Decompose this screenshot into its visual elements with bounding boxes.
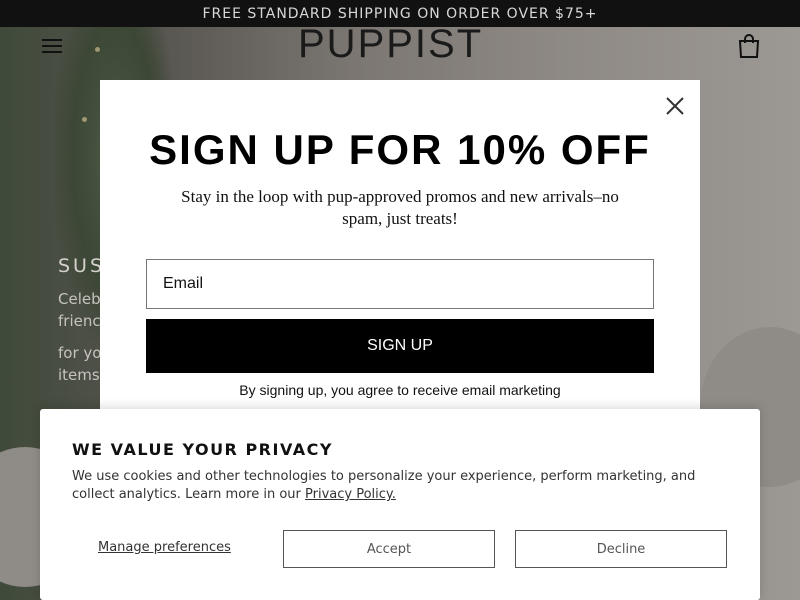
consent-text: By signing up, you agree to receive emai…	[239, 382, 561, 398]
hero-paragraph: Celeb frienc	[58, 290, 101, 330]
close-icon	[666, 97, 684, 115]
hero-heading: SUS	[58, 255, 106, 277]
shopping-bag-icon	[738, 34, 760, 58]
accept-button[interactable]: Accept	[283, 530, 495, 568]
decline-button[interactable]: Decline	[515, 530, 727, 568]
privacy-title: WE VALUE YOUR PRIVACY	[72, 440, 333, 459]
menu-button[interactable]	[42, 39, 62, 53]
hamburger-icon	[42, 39, 62, 41]
email-input[interactable]	[146, 259, 654, 309]
manage-preferences-link[interactable]: Manage preferences	[98, 540, 231, 555]
cart-button[interactable]	[738, 34, 760, 62]
signup-button[interactable]: SIGN UP	[146, 319, 654, 373]
privacy-body: We use cookies and other technologies to…	[72, 468, 732, 504]
close-modal-button[interactable]	[664, 95, 686, 117]
modal-title: SIGN UP FOR 10% OFF	[149, 126, 651, 173]
modal-subtitle: Stay in the loop with pup-approved promo…	[181, 187, 619, 228]
privacy-banner	[40, 409, 760, 600]
hero-paragraph: for yo items	[58, 344, 102, 384]
site-logo[interactable]: PUPPIST	[298, 22, 483, 67]
privacy-policy-link[interactable]: Privacy Policy.	[305, 487, 396, 502]
announcement-text: FREE STANDARD SHIPPING ON ORDER OVER $75…	[202, 5, 598, 22]
